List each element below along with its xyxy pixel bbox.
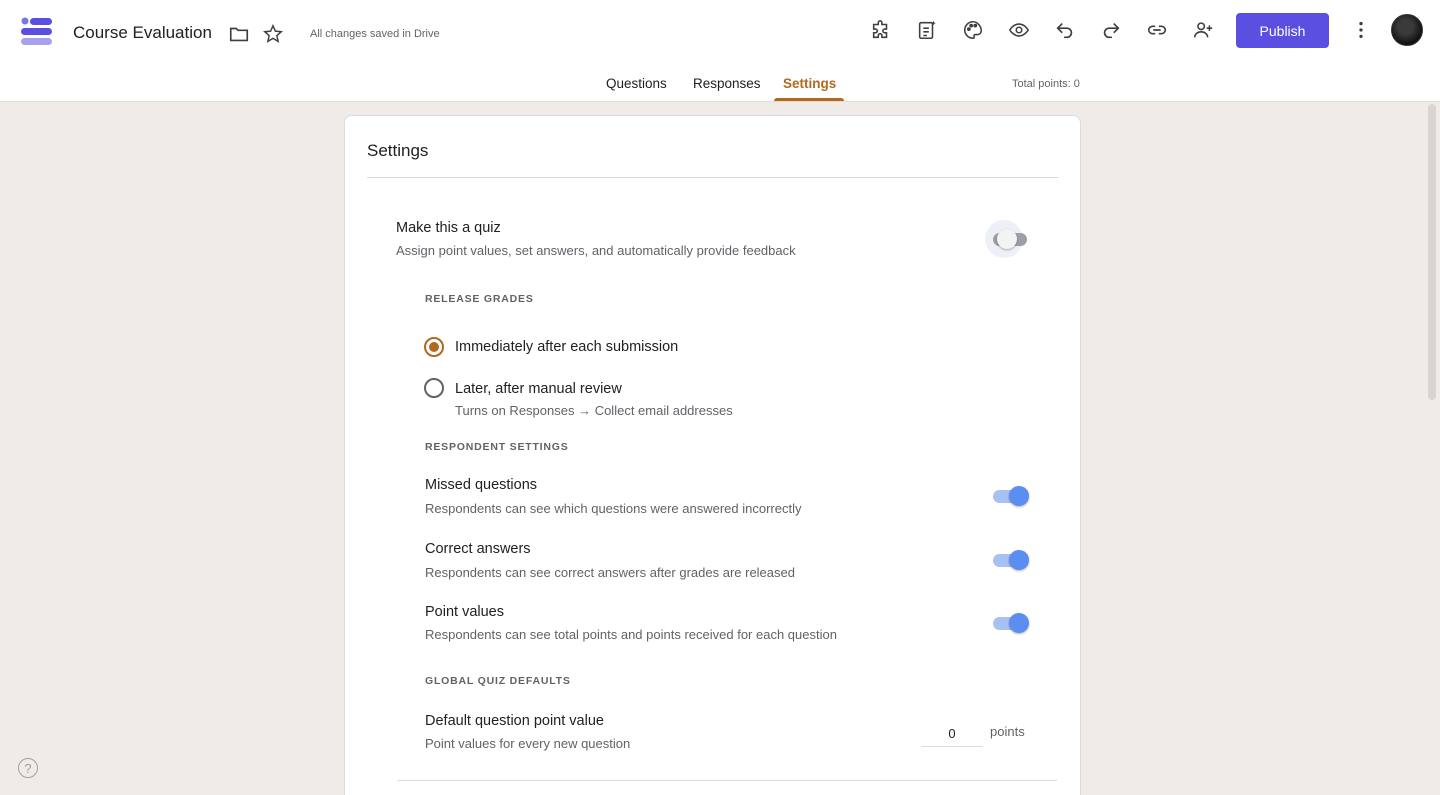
quiz-setting-subtitle: Assign point values, set answers, and au… (396, 243, 796, 258)
save-status: All changes saved in Drive (310, 28, 440, 40)
divider (397, 780, 1057, 781)
addons-icon[interactable] (868, 17, 894, 43)
point-values-subtitle: Respondents can see total points and poi… (425, 627, 837, 642)
quiz-setting-title: Make this a quiz (396, 220, 501, 236)
default-point-value-title: Default question point value (425, 713, 604, 729)
form-title[interactable]: Course Evaluation (73, 23, 212, 43)
card-title: Settings (367, 141, 429, 160)
link-icon[interactable] (1144, 17, 1170, 43)
radio-immediately[interactable] (424, 337, 444, 357)
publish-button[interactable]: Publish (1236, 13, 1329, 48)
missed-questions-title: Missed questions (425, 477, 538, 493)
redo-icon[interactable] (1098, 17, 1124, 43)
global-defaults-label: GLOBAL QUIZ DEFAULTS (425, 675, 571, 687)
more-vert-icon[interactable] (1348, 17, 1374, 43)
help-icon[interactable]: ? (18, 758, 38, 778)
point-values-title: Point values (425, 604, 504, 620)
points-unit-label: points (990, 724, 1025, 739)
radio-later-label[interactable]: Later, after manual review (455, 381, 622, 397)
toggle-knob (1009, 613, 1029, 633)
app-header: Course Evaluation All changes saved in D… (0, 0, 1440, 102)
tab-questions[interactable]: Questions (606, 76, 667, 91)
default-points-input[interactable] (921, 721, 983, 747)
respondent-settings-label: RESPONDENT SETTINGS (425, 441, 569, 453)
correct-answers-title: Correct answers (425, 541, 531, 557)
tab-settings[interactable]: Settings (783, 76, 836, 91)
tab-responses[interactable]: Responses (693, 76, 761, 91)
missed-questions-subtitle: Respondents can see which questions were… (425, 501, 802, 516)
scrollbar[interactable] (1428, 104, 1436, 400)
forms-logo-icon[interactable] (20, 16, 54, 48)
default-point-value-subtitle: Point values for every new question (425, 736, 631, 751)
toggle-knob (997, 229, 1017, 249)
toggle-knob (1009, 486, 1029, 506)
point-values-toggle[interactable] (991, 611, 1031, 635)
radio-immediately-label[interactable]: Immediately after each submission (455, 339, 678, 355)
palette-icon[interactable] (960, 17, 986, 43)
ai-form-icon[interactable] (914, 17, 940, 43)
settings-card: Settings (344, 115, 1081, 795)
undo-icon[interactable] (1052, 17, 1078, 43)
release-grades-label: RELEASE GRADES (425, 293, 534, 305)
folder-icon[interactable] (226, 21, 252, 47)
total-points: Total points: 0 (1012, 78, 1080, 90)
toggle-knob (1009, 550, 1029, 570)
missed-questions-toggle[interactable] (991, 484, 1031, 508)
radio-later-subtitle: Turns on Responses → Collect email addre… (455, 403, 733, 418)
form-tabs: Questions Responses Settings Total point… (0, 66, 1440, 102)
add-collaborator-icon[interactable] (1190, 17, 1216, 43)
star-icon[interactable] (260, 21, 286, 47)
avatar[interactable] (1391, 14, 1423, 46)
correct-answers-subtitle: Respondents can see correct answers afte… (425, 565, 795, 580)
preview-icon[interactable] (1006, 17, 1032, 43)
radio-later[interactable] (424, 378, 444, 398)
active-tab-indicator (774, 98, 844, 101)
make-quiz-toggle[interactable] (991, 227, 1031, 251)
divider (367, 177, 1059, 178)
correct-answers-toggle[interactable] (991, 548, 1031, 572)
